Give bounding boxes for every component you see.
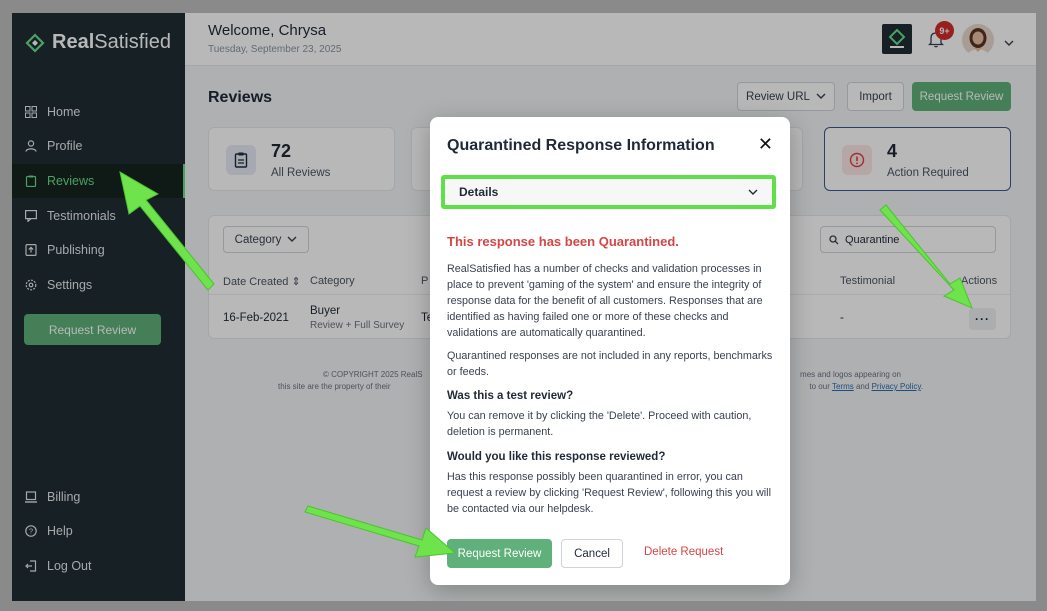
chevron-down-icon <box>748 189 758 195</box>
review-request-text: Has this response possibly been quaranti… <box>447 471 771 515</box>
test-review-text: You can remove it by clicking the 'Delet… <box>447 410 752 438</box>
app-window: RealSatisfied Home Profile Reviews Testi… <box>12 13 1036 601</box>
quarantine-modal: Quarantined Response Information ✕ Detai… <box>430 117 790 585</box>
review-request-heading: Would you like this response reviewed? <box>447 451 666 463</box>
modal-request-review-button[interactable]: Request Review <box>447 539 552 568</box>
details-label: Details <box>459 185 499 199</box>
quarantine-description: RealSatisfied has a number of checks and… <box>447 263 763 339</box>
modal-title: Quarantined Response Information <box>447 137 715 154</box>
details-dropdown[interactable]: Details <box>441 175 776 209</box>
delete-request-button[interactable]: Delete Request <box>644 546 723 558</box>
test-review-heading: Was this a test review? <box>447 390 574 402</box>
quarantined-heading: This response has been Quarantined. <box>447 234 679 249</box>
quarantine-note: Quarantined responses are not included i… <box>447 350 773 378</box>
modal-cancel-button[interactable]: Cancel <box>561 539 623 568</box>
close-icon[interactable]: ✕ <box>758 135 773 153</box>
